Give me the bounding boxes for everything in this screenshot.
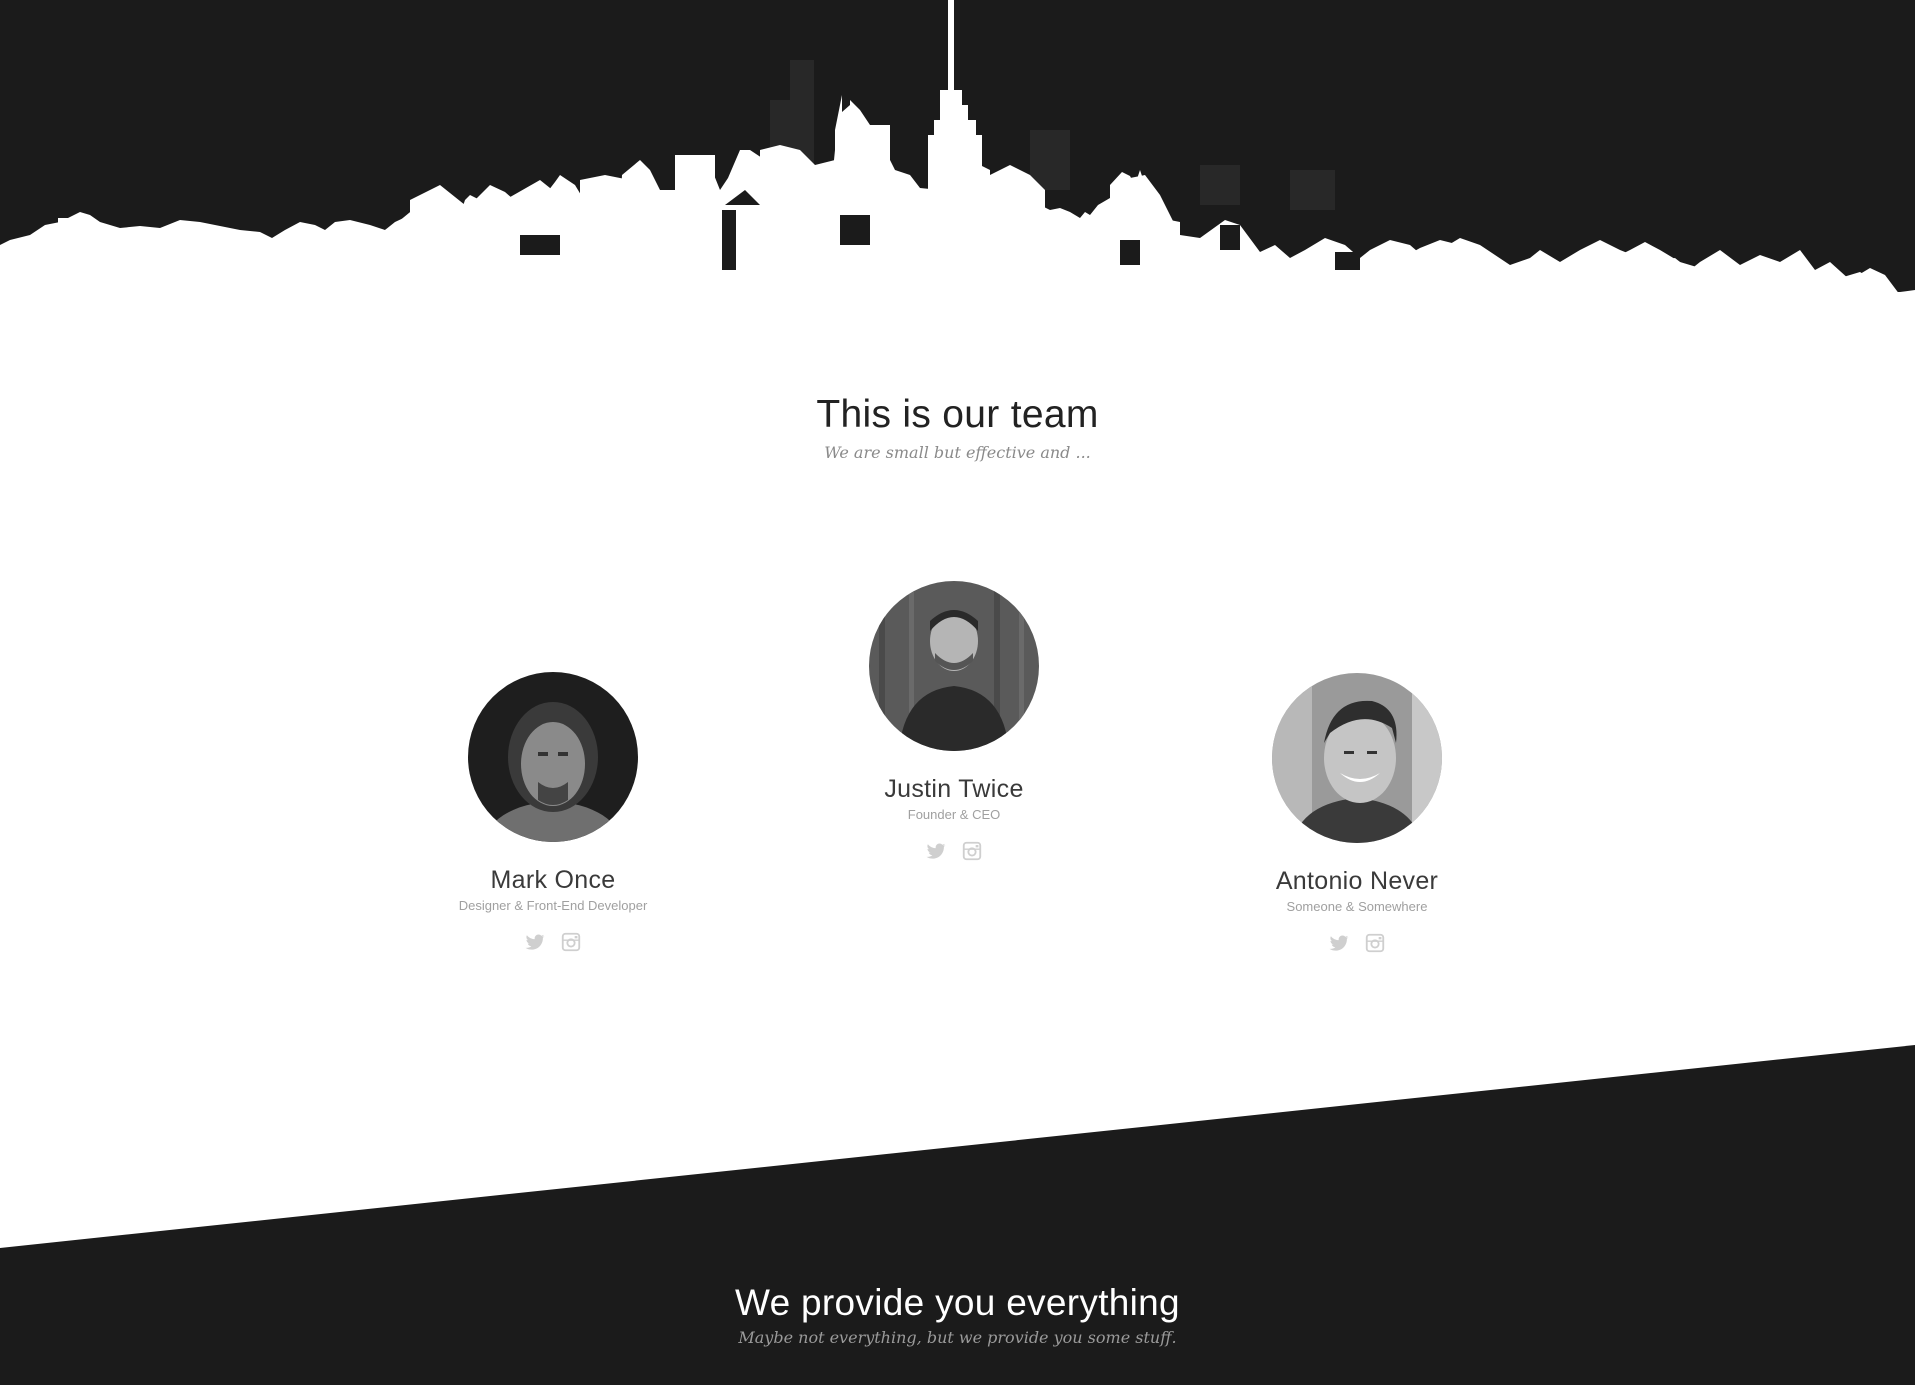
provide-subtitle: Maybe not everything, but we provide you… <box>738 1328 1177 1347</box>
team-member-card: Mark Once Designer & Front-End Developer <box>373 672 733 953</box>
social-links <box>373 931 733 953</box>
avatar <box>1272 673 1442 843</box>
team-section-heading: This is our team We are small but effect… <box>0 393 1915 462</box>
social-links <box>774 840 1134 862</box>
instagram-icon[interactable] <box>961 840 983 862</box>
twitter-icon[interactable] <box>1328 932 1350 954</box>
member-role: Founder & CEO <box>907 807 1001 822</box>
instagram-icon[interactable] <box>1364 932 1386 954</box>
social-links <box>1177 932 1537 954</box>
twitter-icon[interactable] <box>524 931 546 953</box>
team-member-card: Justin Twice Founder & CEO <box>774 581 1134 862</box>
member-name: Justin Twice <box>884 775 1024 803</box>
member-name: Mark Once <box>490 866 616 894</box>
team-title: This is our team <box>816 393 1099 436</box>
member-role: Designer & Front-End Developer <box>458 898 648 913</box>
provide-title: We provide you everything <box>735 1282 1180 1323</box>
member-role: Someone & Somewhere <box>1286 899 1428 914</box>
instagram-icon[interactable] <box>560 931 582 953</box>
provide-section-heading: We provide you everything Maybe not ever… <box>0 1282 1915 1347</box>
avatar <box>468 672 638 842</box>
member-name: Antonio Never <box>1275 867 1439 895</box>
team-member-card: Antonio Never Someone & Somewhere <box>1177 673 1537 954</box>
avatar <box>869 581 1039 751</box>
city-skyline-header <box>0 0 1915 320</box>
team-subtitle: We are small but effective and ... <box>824 443 1091 462</box>
twitter-icon[interactable] <box>925 840 947 862</box>
